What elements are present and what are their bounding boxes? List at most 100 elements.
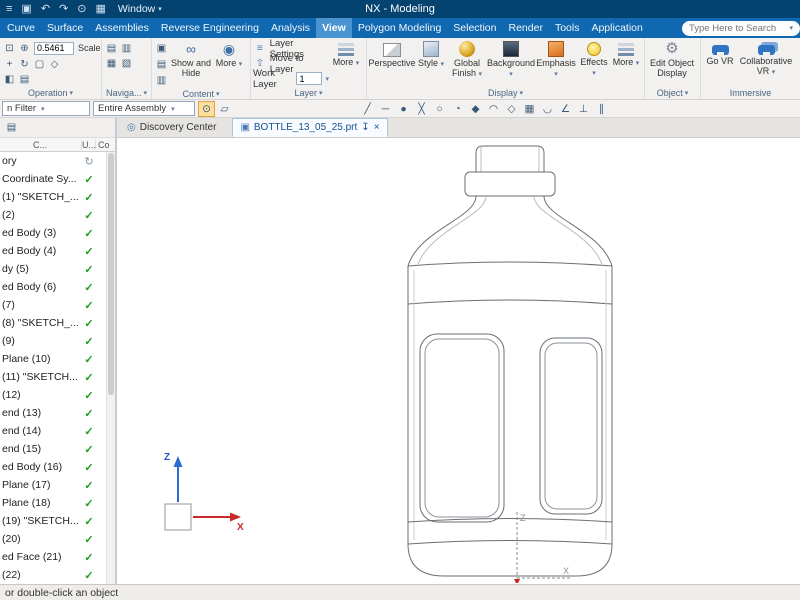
collaborative-vr-button[interactable]: Collaborative VR ▾ bbox=[737, 39, 795, 77]
selection-filter-combo[interactable]: n Filter ▾ bbox=[2, 101, 90, 116]
tab-tools[interactable]: Tools bbox=[549, 18, 586, 38]
scale-input[interactable] bbox=[34, 41, 74, 55]
edit-object-display-button[interactable]: ⚙ Edit Object Display bbox=[647, 39, 697, 79]
operation-group-label[interactable]: Operation ▾ bbox=[2, 87, 99, 99]
tree-row[interactable]: ory ↻ bbox=[0, 152, 115, 170]
tab-bottle-part[interactable]: ▣ BOTTLE_13_05_25.prt ↧ × bbox=[232, 118, 388, 137]
tree-row[interactable]: end (13) ✓ bbox=[0, 404, 115, 422]
go-vr-button[interactable]: Go VR bbox=[703, 39, 737, 67]
tab-curve[interactable]: Curve bbox=[1, 18, 41, 38]
tab-analysis[interactable]: Analysis bbox=[265, 18, 316, 38]
mic-icon[interactable]: ⊙ bbox=[77, 3, 86, 15]
object-group-label[interactable]: Object ▾ bbox=[647, 86, 698, 99]
tab-assemblies[interactable]: Assemblies bbox=[89, 18, 155, 38]
point-on-surface-icon[interactable]: ◇ bbox=[503, 101, 520, 117]
tree-row[interactable]: (8) "SKETCH_... ✓ bbox=[0, 314, 115, 332]
tree-row[interactable]: Coordinate Sy... ✓ bbox=[0, 170, 115, 188]
tree-row[interactable]: end (15) ✓ bbox=[0, 440, 115, 458]
tree-row[interactable]: (20) ✓ bbox=[0, 530, 115, 548]
tab-render[interactable]: Render bbox=[503, 18, 549, 38]
global-finish-button[interactable]: Global Finish ▾ bbox=[447, 39, 487, 79]
tree-row[interactable]: Plane (18) ✓ bbox=[0, 494, 115, 512]
search-input[interactable] bbox=[689, 22, 790, 34]
tree-row[interactable]: (11) "SKETCH... ✓ bbox=[0, 368, 115, 386]
endpoint-icon[interactable]: ╱ bbox=[359, 101, 376, 117]
existing-point-icon[interactable]: ◆ bbox=[467, 101, 484, 117]
tree-row[interactable]: (22) ✓ bbox=[0, 566, 115, 584]
point-on-curve-icon[interactable]: ◠ bbox=[485, 101, 502, 117]
tab-discovery-center[interactable]: ◎ Discovery Center bbox=[119, 118, 232, 137]
tree-row[interactable]: (9) ✓ bbox=[0, 332, 115, 350]
design-in-context-icon[interactable]: ▱ bbox=[216, 101, 233, 117]
navigator-toolbar-icon[interactable]: ▤ bbox=[4, 120, 19, 135]
tree-row[interactable]: ed Face (21) ✓ bbox=[0, 548, 115, 566]
midpoint-icon[interactable]: ─ bbox=[377, 101, 394, 117]
tree-row[interactable]: Plane (17) ✓ bbox=[0, 476, 115, 494]
tree-row[interactable]: (19) "SKETCH... ✓ bbox=[0, 512, 115, 530]
content-more-button[interactable]: ◉ More ▾ bbox=[213, 39, 245, 69]
work-layer-input[interactable] bbox=[296, 72, 323, 85]
fit-view-icon[interactable]: ⊡ bbox=[2, 41, 17, 56]
perspective-button[interactable]: Perspective bbox=[368, 39, 416, 69]
control-point-icon[interactable]: ● bbox=[395, 101, 412, 117]
perpendicular-icon[interactable]: ⊥ bbox=[575, 101, 592, 117]
save-icon[interactable]: ▣ bbox=[21, 3, 31, 15]
show-and-hide-button[interactable]: ∞ Show and Hide bbox=[169, 39, 213, 79]
tab-selection[interactable]: Selection bbox=[447, 18, 502, 38]
background-button[interactable]: Background ▾ bbox=[487, 39, 535, 79]
content-group-label[interactable]: Content ▾ bbox=[154, 88, 248, 99]
tree-row[interactable]: (1) "SKETCH_... ✓ bbox=[0, 188, 115, 206]
tree-row[interactable]: (12) ✓ bbox=[0, 386, 115, 404]
emphasis-button[interactable]: Emphasis ▾ bbox=[535, 39, 577, 79]
undo-icon[interactable]: ↶ bbox=[41, 3, 50, 15]
style-button[interactable]: Style ▾ bbox=[415, 39, 447, 69]
tree-row[interactable]: ed Body (6) ✓ bbox=[0, 278, 115, 296]
effects-button[interactable]: Effects ▾ bbox=[577, 39, 611, 78]
tab-application[interactable]: Application bbox=[585, 18, 648, 38]
trimetric-view-icon[interactable]: ◇ bbox=[47, 57, 62, 72]
tab-reverse-engineering[interactable]: Reverse Engineering bbox=[155, 18, 265, 38]
tree-row[interactable]: dy (5) ✓ bbox=[0, 260, 115, 278]
layer-group-label[interactable]: Layer ▾ bbox=[253, 86, 364, 99]
show-icon[interactable]: ▣ bbox=[154, 41, 169, 56]
layer-more-button[interactable]: More ▾ bbox=[329, 39, 363, 68]
angle-icon[interactable]: ∠ bbox=[557, 101, 574, 117]
tile-windows-icon[interactable]: ▤ bbox=[104, 41, 119, 56]
tree-row[interactable]: (2) ✓ bbox=[0, 206, 115, 224]
cascade-windows-icon[interactable]: ▥ bbox=[119, 41, 134, 56]
new-window-icon[interactable]: ▧ bbox=[119, 56, 134, 71]
bounded-grid-icon[interactable]: ▦ bbox=[521, 101, 538, 117]
selection-scope-combo[interactable]: Entire Assembly ▾ bbox=[93, 101, 195, 116]
tab-view[interactable]: View bbox=[316, 18, 352, 38]
navigator-scrollbar[interactable] bbox=[106, 152, 115, 584]
immersive-group-label[interactable]: Immersive bbox=[703, 86, 798, 99]
pan-icon[interactable]: + bbox=[2, 57, 17, 72]
tree-row[interactable]: (7) ✓ bbox=[0, 296, 115, 314]
section-view-icon[interactable]: ◧ bbox=[2, 72, 17, 87]
rotate-icon[interactable]: ↻ bbox=[17, 57, 32, 72]
display-more-button[interactable]: More ▾ bbox=[611, 39, 641, 68]
snapshot-icon[interactable]: ▤ bbox=[17, 72, 32, 87]
graphics-window[interactable]: Z X Z X bbox=[117, 138, 800, 584]
tab-surface[interactable]: Surface bbox=[41, 18, 89, 38]
tree-row[interactable]: end (14) ✓ bbox=[0, 422, 115, 440]
split-window-icon[interactable]: ▦ bbox=[104, 56, 119, 71]
tab-polygon-modeling[interactable]: Polygon Modeling bbox=[352, 18, 447, 38]
snap-point-icon[interactable]: ⊙ bbox=[198, 100, 215, 117]
column-header-comment[interactable]: Co bbox=[96, 140, 115, 150]
tree-row[interactable]: ed Body (4) ✓ bbox=[0, 242, 115, 260]
tree-row[interactable]: ed Body (3) ✓ bbox=[0, 224, 115, 242]
invert-shown-icon[interactable]: ▥ bbox=[154, 73, 169, 88]
window-layout-icon[interactable]: ▦ bbox=[95, 3, 105, 15]
navigation-group-label[interactable]: Naviga... ▾ bbox=[104, 86, 149, 99]
zoom-icon[interactable]: ⊕ bbox=[17, 41, 32, 56]
intersection-icon[interactable]: ╳ bbox=[413, 101, 430, 117]
close-icon[interactable]: × bbox=[374, 122, 380, 133]
redo-icon[interactable]: ↷ bbox=[59, 3, 68, 15]
window-menu[interactable]: Window ▾ bbox=[118, 3, 162, 15]
column-header-up-to-date[interactable]: U... bbox=[82, 139, 96, 150]
scrollbar-thumb[interactable] bbox=[108, 153, 114, 395]
column-header-name[interactable]: C... bbox=[0, 139, 82, 150]
quadrant-point-icon[interactable]: ◔ bbox=[449, 101, 466, 117]
tree-row[interactable]: ed Body (16) ✓ bbox=[0, 458, 115, 476]
